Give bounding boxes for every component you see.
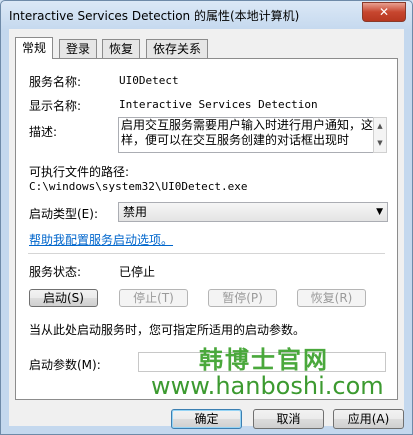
pause-button[interactable]: 暂停(P) bbox=[208, 289, 277, 307]
description-scrollbar[interactable]: ▲ ▼ bbox=[373, 117, 387, 153]
service-status-label: 服务状态: bbox=[29, 265, 82, 279]
chevron-down-icon: ▼ bbox=[376, 207, 383, 217]
stop-button[interactable]: 停止(T) bbox=[119, 289, 188, 307]
display-name-label: 显示名称: bbox=[29, 99, 82, 113]
ok-button[interactable]: 确定 bbox=[171, 409, 242, 429]
scroll-down-icon[interactable]: ▼ bbox=[374, 135, 386, 151]
exe-path-label: 可执行文件的路径: bbox=[29, 165, 130, 179]
startup-type-value: 禁用 bbox=[123, 205, 148, 219]
resume-button[interactable]: 恢复(R) bbox=[297, 289, 366, 307]
close-button[interactable]: ✕ bbox=[362, 2, 406, 22]
start-button[interactable]: 启动(S) bbox=[29, 289, 98, 307]
window-title: Interactive Services Detection 的属性(本地计算机… bbox=[9, 9, 300, 23]
tab-logon[interactable]: 登录 bbox=[59, 39, 98, 58]
watermark-url: www.hanboshi.com bbox=[151, 372, 384, 400]
apply-button[interactable]: 应用(A) bbox=[333, 409, 404, 429]
cancel-button[interactable]: 取消 bbox=[253, 409, 324, 429]
watermark-title: 韩博士官网 bbox=[199, 346, 329, 374]
start-params-label: 启动参数(M): bbox=[29, 358, 101, 372]
help-configure-link[interactable]: 帮助我配置服务启动选项。 bbox=[29, 231, 173, 248]
startup-type-label: 启动类型(E): bbox=[29, 207, 98, 221]
properties-window: Interactive Services Detection 的属性(本地计算机… bbox=[0, 0, 413, 435]
title-bar[interactable]: Interactive Services Detection 的属性(本地计算机… bbox=[1, 1, 412, 29]
separator bbox=[28, 253, 385, 254]
description-label: 描述: bbox=[29, 125, 58, 139]
description-field[interactable]: 启用交互服务需要用户输入时进行用户通知，这样，便可以在交互服务创建的对话框出现时 bbox=[118, 117, 376, 153]
service-name-label: 服务名称: bbox=[29, 75, 82, 89]
tab-recovery[interactable]: 恢复 bbox=[102, 39, 141, 58]
service-status-value: 已停止 bbox=[119, 265, 156, 279]
close-icon: ✕ bbox=[378, 5, 390, 19]
service-name-value: UI0Detect bbox=[119, 74, 179, 87]
tab-general[interactable]: 常规 bbox=[15, 37, 54, 59]
start-params-hint: 当从此处启动服务时，您可指定所适用的启动参数。 bbox=[29, 323, 306, 337]
tab-dependencies[interactable]: 依存关系 bbox=[146, 39, 209, 58]
scroll-up-icon[interactable]: ▲ bbox=[374, 118, 386, 135]
exe-path-value: C:\windows\system32\UI0Detect.exe bbox=[29, 180, 248, 193]
display-name-value: Interactive Services Detection bbox=[119, 98, 318, 111]
startup-type-select[interactable]: 禁用 ▼ bbox=[118, 202, 388, 222]
